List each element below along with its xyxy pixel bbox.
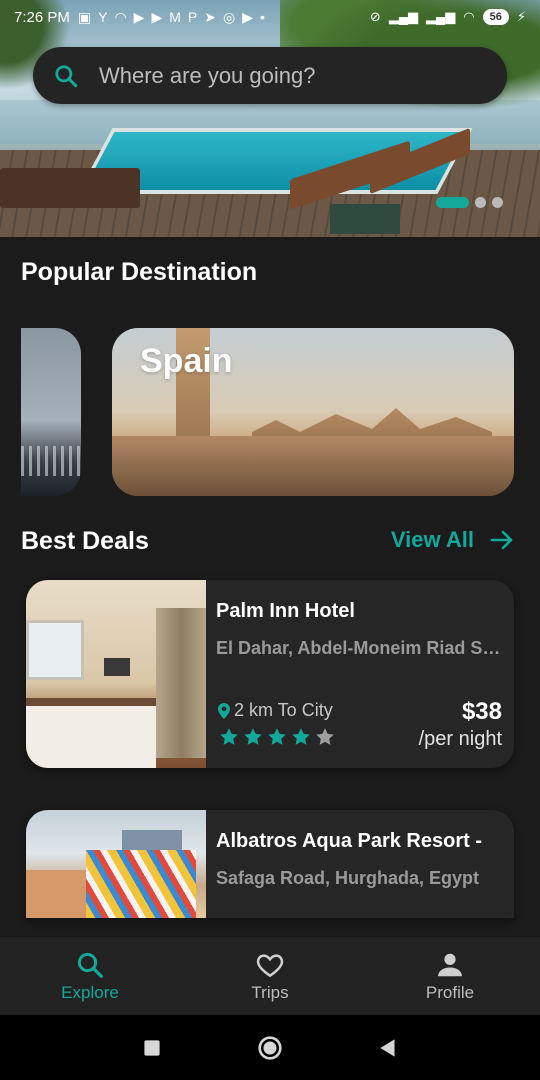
search-input[interactable] [99,62,479,89]
deal-distance: 2 km To City [218,700,333,721]
deal-info: Palm Inn Hotel El Dahar, Abdel-Moneim Ri… [216,580,514,768]
system-status-icons: ⊘ ▂▄▆ ▂▄▆ ◠ 56 ⚡ [370,9,526,25]
view-all-label: View All [390,527,474,552]
carousel-dot[interactable] [492,197,503,208]
destination-name: Spain [140,342,233,380]
star-empty-icon [316,728,334,745]
nav-trips-label: Trips [251,982,289,1002]
nav-profile-label: Profile [425,982,475,1002]
deal-image-window [26,620,84,680]
deal-price-unit: /per night [418,728,502,750]
destination-card-previous[interactable] [21,328,81,496]
deal-image-sign [122,830,182,852]
search-icon [77,952,103,978]
nav-profile[interactable]: Profile [360,937,540,1015]
location-pin-icon [218,702,230,719]
deal-address: El Dahar, Abdel-Moneim Riad Square [216,638,501,658]
arrow-right-icon [490,530,513,550]
nav-trips[interactable]: Trips [180,937,360,1015]
gmail-icon: M [169,9,181,25]
status-time: 7:26 PM [14,8,70,26]
recent-apps-icon[interactable] [139,1035,165,1061]
popular-destination-title: Popular Destination [21,258,258,286]
carousel-dot-active[interactable] [436,197,469,208]
system-navigation-bar [0,1015,540,1080]
deal-info: Albatros Aqua Park Resort - Safaga Road,… [216,810,514,918]
wifi-icon: ◠ [463,9,475,24]
charging-icon: ⚡ [516,9,526,24]
telegram-icon: ➤ [204,8,216,25]
deal-image-curtain [156,608,206,758]
hero-banner[interactable]: 7:26 PM ▣ Y ◠ ▶ ▶ M P ➤ ◎ ▶ • ⊘ ▂▄▆ ▂▄▆ … [0,0,540,237]
signal-icon: ▂▄▆ [426,9,456,24]
best-deals-title: Best Deals [21,527,149,555]
home-icon[interactable] [257,1035,283,1061]
search-icon [55,64,78,87]
nav-explore-label: Explore [61,982,119,1002]
deal-card[interactable]: Palm Inn Hotel El Dahar, Abdel-Moneim Ri… [26,580,514,768]
deal-address: Safaga Road, Hurghada, Egypt [216,868,480,888]
deal-card[interactable]: Albatros Aqua Park Resort - Safaga Road,… [26,810,514,918]
destination-image [21,446,81,476]
star-filled-icon [268,728,286,745]
alarm-off-icon: ⊘ [369,9,381,24]
back-icon[interactable] [375,1035,401,1061]
star-filled-icon [292,728,310,745]
whatsapp-icon: ◎ [222,8,236,25]
battery-icon: 56 [482,9,509,25]
star-filled-icon [220,728,238,745]
deal-distance-label: 2 km To City [234,700,333,720]
carousel-dot[interactable] [475,197,486,208]
carousel-indicator [436,197,503,208]
wifi-small-icon: ◠ [114,8,127,25]
heart-icon [256,953,284,977]
more-icon: • [259,9,265,25]
hero-table [330,204,400,234]
deal-image [26,810,206,918]
rating-stars [218,726,336,748]
deal-image-bed [26,698,156,768]
person-icon [438,953,462,976]
youtube-icon: ▶ [242,8,253,25]
destination-image [112,436,514,496]
deal-image-slides [86,850,196,918]
deal-name: Albatros Aqua Park Resort - [216,830,482,852]
search-bar[interactable] [33,47,507,104]
youtube-icon: ▶ [133,8,145,25]
image-icon: ▣ [77,8,92,25]
youtube-icon: ▶ [151,8,163,25]
deal-image [26,580,206,768]
bottom-navigation: Explore Trips Profile [0,937,540,1015]
destination-card[interactable]: Spain [112,328,514,496]
deal-name: Palm Inn Hotel [216,600,355,622]
signal-icon: ▂▄▆ [388,9,419,24]
deal-image-tv [104,658,130,676]
deal-price: $38 [461,698,502,725]
star-filled-icon [244,728,262,745]
status-bar: 7:26 PM ▣ Y ◠ ▶ ▶ M P ➤ ◎ ▶ • ⊘ ▂▄▆ ▂▄▆ … [0,0,540,34]
p-icon: P [187,9,198,25]
view-all-link[interactable]: View All [391,527,514,553]
y-icon: Y [98,9,108,25]
notification-icons: ▣ Y ◠ ▶ ▶ M P ➤ ◎ ▶ • [78,9,265,26]
hero-lounger [0,168,140,208]
nav-explore[interactable]: Explore [0,937,180,1015]
